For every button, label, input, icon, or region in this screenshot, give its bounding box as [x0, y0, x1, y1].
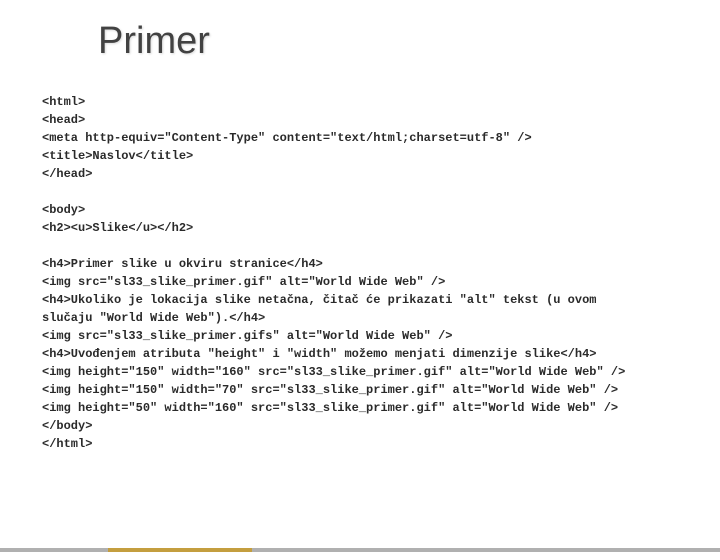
code-line: <html> — [42, 95, 85, 109]
code-line: <img src="sl33_slike_primer.gif" alt="Wo… — [42, 275, 445, 289]
code-line: </html> — [42, 437, 92, 451]
code-line: <img src="sl33_slike_primer.gifs" alt="W… — [42, 329, 452, 343]
slide-title: Primer — [98, 20, 720, 63]
code-line: <h2><u>Slike</u></h2> — [42, 221, 193, 235]
code-line: <h4>Uvođenjem atributa "height" i "width… — [42, 347, 597, 361]
code-line: <img height="150" width="160" src="sl33_… — [42, 365, 625, 379]
code-line: <h4>Primer slike u okviru stranice</h4> — [42, 257, 323, 271]
footer-decoration — [0, 548, 720, 552]
code-line: <body> — [42, 203, 85, 217]
code-line: </head> — [42, 167, 92, 181]
code-line: <head> — [42, 113, 85, 127]
code-line: <title>Naslov</title> — [42, 149, 193, 163]
code-line: <meta http-equiv="Content-Type" content=… — [42, 131, 532, 145]
code-line: <h4>Ukoliko je lokacija slike netačna, č… — [42, 293, 597, 307]
code-line: <img height="150" width="70" src="sl33_s… — [42, 383, 618, 397]
code-line: </body> — [42, 419, 92, 433]
code-line: <img height="50" width="160" src="sl33_s… — [42, 401, 618, 415]
code-block: <html> <head> <meta http-equiv="Content-… — [42, 93, 720, 453]
code-line: slučaju "World Wide Web").</h4> — [42, 311, 265, 325]
